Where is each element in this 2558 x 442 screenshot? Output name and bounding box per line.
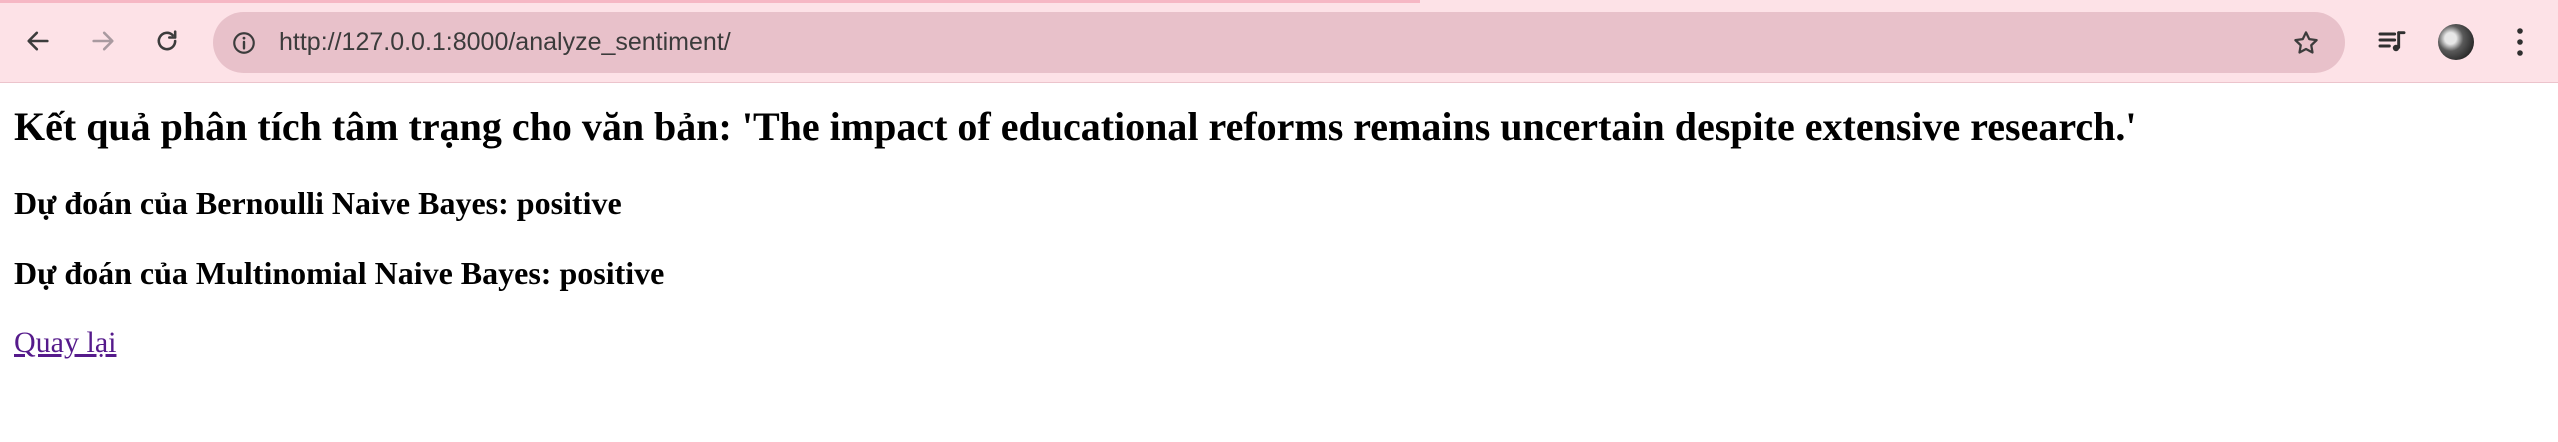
browser-menu-button[interactable]: [2505, 22, 2535, 62]
site-info-button[interactable]: [225, 24, 262, 61]
back-link[interactable]: Quay lại: [14, 326, 116, 360]
tab-strip-accent: [0, 0, 1420, 3]
url-input[interactable]: [279, 12, 2179, 73]
multinomial-prediction: Dự đoán của Multinomial Naive Bayes: pos…: [14, 255, 665, 291]
profile-avatar[interactable]: [2438, 24, 2474, 60]
reload-button[interactable]: [147, 21, 187, 61]
bernoulli-prediction: Dự đoán của Bernoulli Naive Bayes: posit…: [14, 185, 622, 221]
bookmark-button[interactable]: [2288, 25, 2323, 60]
star-icon: [2293, 30, 2318, 54]
arrow-right-icon: [92, 31, 114, 51]
forward-button[interactable]: [83, 21, 123, 61]
kebab-menu-icon: [2517, 28, 2523, 56]
back-button[interactable]: [18, 21, 58, 61]
info-icon: [232, 31, 255, 54]
address-bar[interactable]: [213, 12, 2345, 73]
browser-toolbar: [0, 0, 2558, 83]
media-queue-icon: [2378, 31, 2406, 52]
result-heading: Kết quả phân tích tâm trạng cho văn bản:…: [14, 104, 2137, 149]
reload-icon: [157, 30, 177, 51]
arrow-left-icon: [27, 31, 49, 51]
media-control-button[interactable]: [2372, 22, 2412, 62]
